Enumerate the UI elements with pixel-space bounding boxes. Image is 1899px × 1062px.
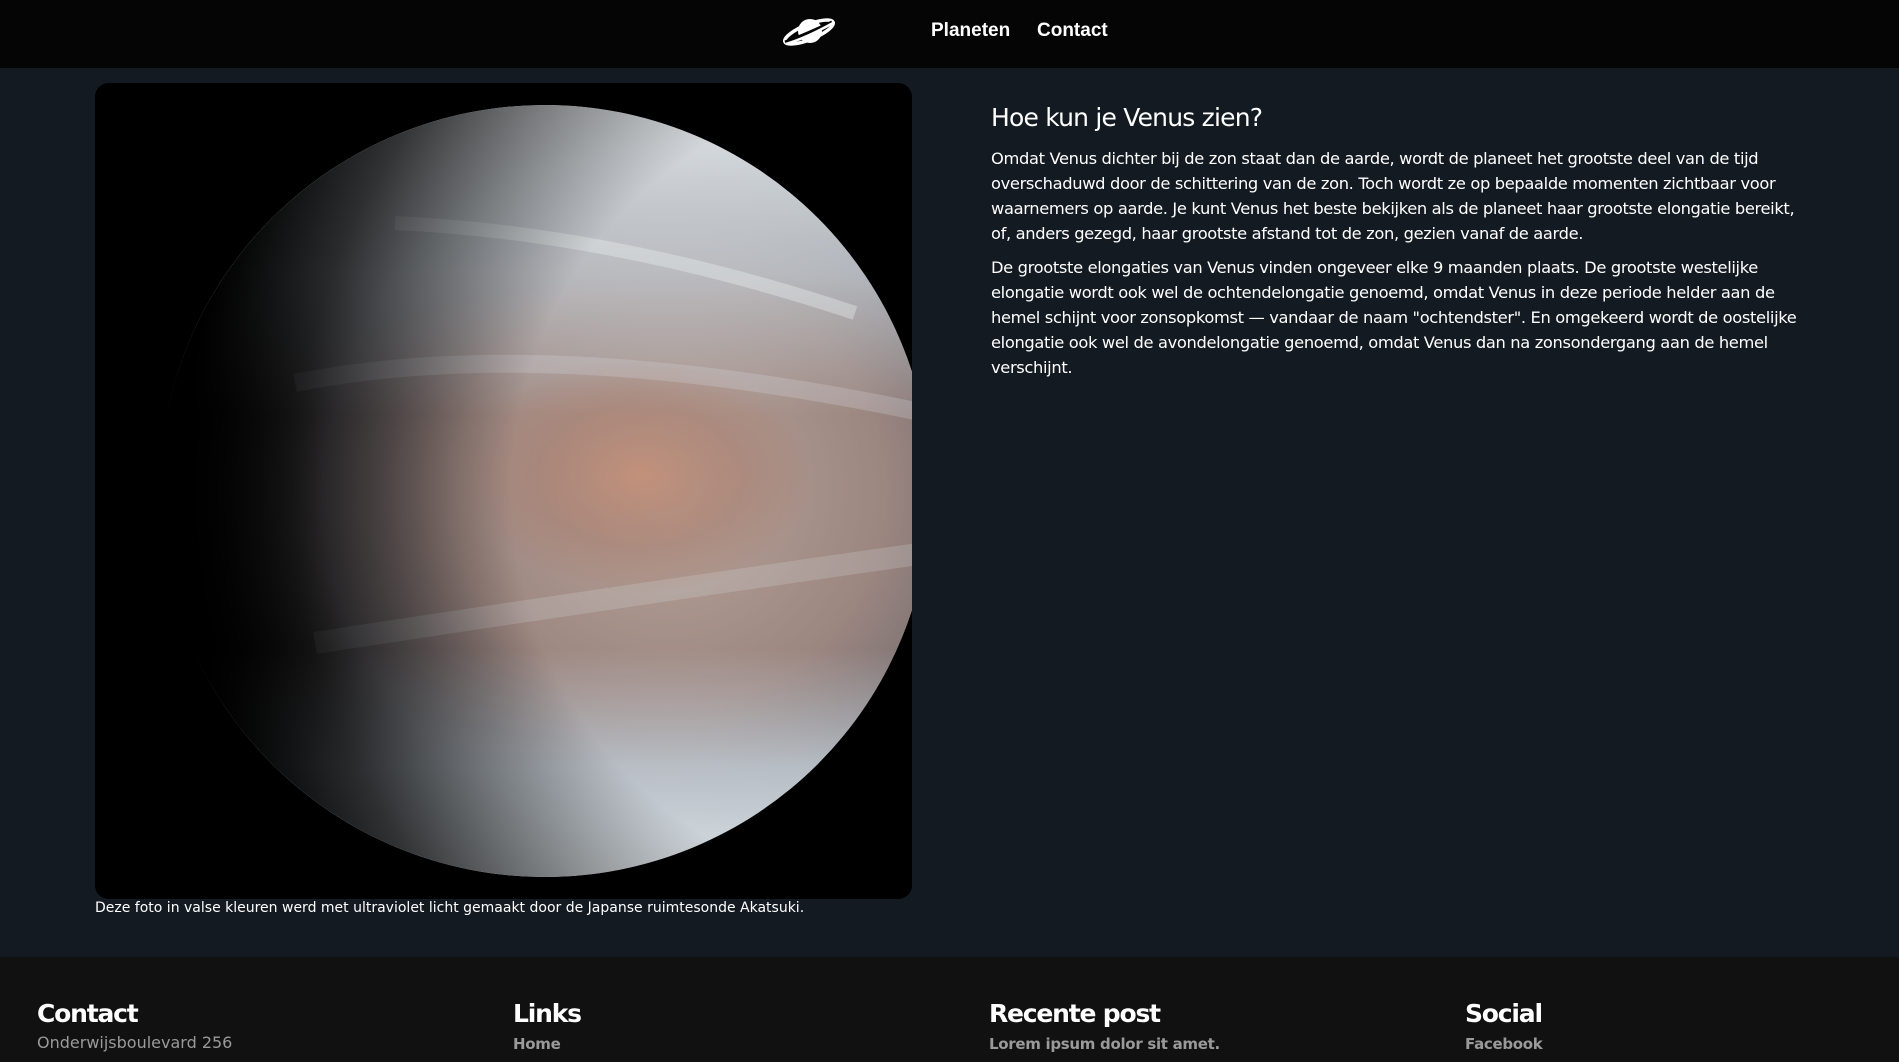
article-paragraph: Omdat Venus dichter bij de zon staat dan… [991,149,1795,243]
article-paragraph: De grootste elongaties van Venus vinden … [991,258,1797,377]
footer-heading: Links [513,999,582,1028]
footer-heading: Recente post [989,999,1161,1028]
nav-link-planeten[interactable]: Planeten [931,20,1010,42]
footer-recent-post: Recente post Lorem ipsum dolor sit amet. [989,999,1220,1053]
footer-address: Onderwijsboulevard 256 [37,1033,233,1052]
footer-heading: Social [1465,999,1543,1028]
saturn-icon[interactable] [782,14,836,50]
navbar: Planeten Contact [0,0,1899,68]
footer-heading: Contact [37,999,139,1028]
nav-link-contact[interactable]: Contact [1037,20,1108,42]
article: Hoe kun je Venus zien? Omdat Venus dicht… [991,102,1806,389]
venus-image [95,83,912,899]
image-caption: Deze foto in valse kleuren werd met ultr… [95,900,805,916]
footer-social: Social Facebook [1465,999,1543,1053]
footer-link-home[interactable]: Home [513,1035,561,1053]
footer-contact: Contact Onderwijsboulevard 256 [37,999,232,1052]
footer-link-facebook[interactable]: Facebook [1465,1035,1543,1053]
article-title: Hoe kun je Venus zien? [991,103,1263,132]
footer-link-recent-post[interactable]: Lorem ipsum dolor sit amet. [989,1035,1220,1053]
footer: Contact Onderwijsboulevard 256 Links Hom… [0,957,1899,1062]
footer-links: Links Home [513,999,582,1053]
venus-icon [95,83,912,899]
